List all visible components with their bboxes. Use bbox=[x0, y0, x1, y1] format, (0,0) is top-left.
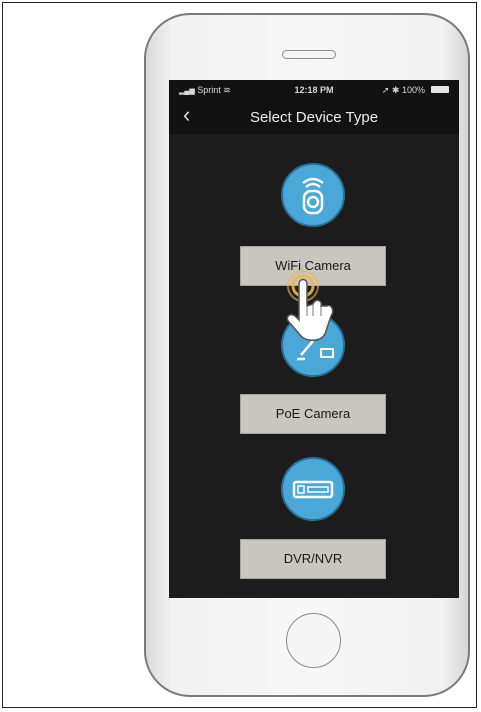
phone-speaker bbox=[282, 50, 336, 59]
battery-icon bbox=[431, 86, 449, 93]
home-button[interactable] bbox=[286, 613, 341, 668]
battery-percent: 100% bbox=[401, 85, 425, 95]
poe-camera-button[interactable]: PoE Camera bbox=[240, 394, 386, 434]
location-icon: ➚ bbox=[381, 85, 390, 95]
dvr-icon[interactable] bbox=[281, 457, 345, 521]
tap-hand-icon bbox=[286, 270, 334, 341]
wifi-camera-icon[interactable] bbox=[281, 163, 345, 227]
page-title: Select Device Type bbox=[249, 109, 379, 126]
status-bar: ▂▄▆ Sprint ≋ 12:18 PM ➚ ✱ 100% bbox=[169, 80, 459, 100]
app-screen: ▂▄▆ Sprint ≋ 12:18 PM ➚ ✱ 100% ‹ Select … bbox=[169, 80, 459, 598]
bluetooth-icon: ✱ bbox=[391, 85, 400, 95]
dvr-nvr-button[interactable]: DVR/NVR bbox=[240, 539, 386, 579]
status-right: ➚ ✱ 100% bbox=[382, 85, 425, 96]
nav-bar: ‹ Select Device Type bbox=[169, 100, 459, 134]
